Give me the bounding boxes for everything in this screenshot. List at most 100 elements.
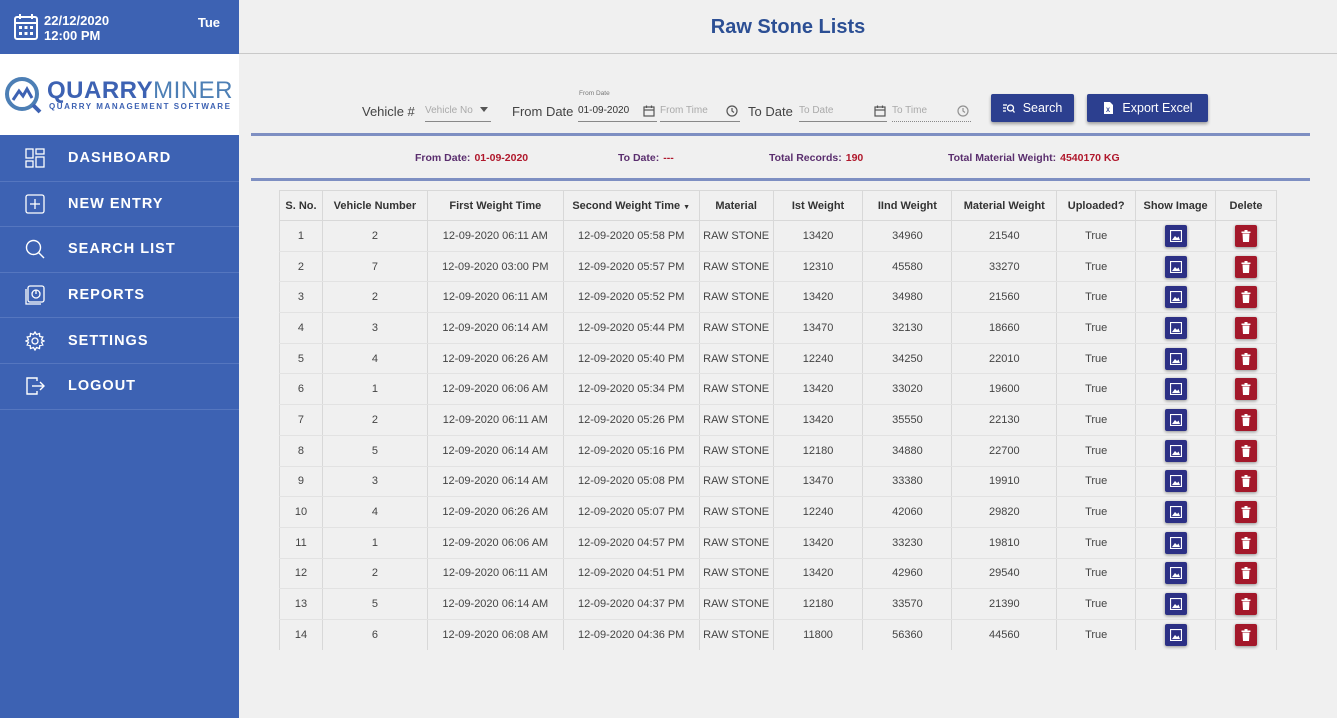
table-row[interactable]: 4 3 12-09-2020 06:14 AM 12-09-2020 05:44 PM…: [279, 312, 1277, 344]
col-header-ist-weight[interactable]: Ist Weight: [772, 190, 864, 221]
delete-button[interactable]: [1235, 378, 1258, 401]
cell-iind-weight: 34980: [862, 281, 953, 314]
cell-second-weight-time: 12-09-2020 05:34 PM: [562, 373, 700, 406]
calendar-icon[interactable]: [874, 105, 886, 117]
nav-logout[interactable]: LOGOUT: [0, 364, 239, 410]
cell-second-weight-time: 12-09-2020 04:51 PM: [562, 558, 700, 590]
clock-icon[interactable]: [726, 105, 738, 117]
delete-button[interactable]: [1235, 470, 1258, 493]
table-row[interactable]: 8 5 12-09-2020 06:14 AM 12-09-2020 05:16 PM…: [279, 435, 1277, 467]
show-image-button[interactable]: [1164, 255, 1187, 278]
show-image-button[interactable]: [1164, 408, 1187, 431]
show-image-button[interactable]: [1164, 470, 1187, 493]
nav-settings[interactable]: SETTINGS: [0, 318, 239, 364]
nav-search-list-label: SEARCH LIST: [68, 241, 176, 258]
show-image-button[interactable]: [1164, 501, 1187, 524]
col-header-iind-weight[interactable]: IInd Weight: [862, 190, 953, 221]
col-header-delete[interactable]: Delete: [1215, 190, 1277, 221]
delete-button[interactable]: [1235, 347, 1258, 370]
delete-button[interactable]: [1235, 623, 1258, 646]
cell-ist-weight: 12240: [772, 496, 864, 528]
cell-material: RAW STONE: [698, 619, 774, 650]
vehicle-select[interactable]: Vehicle No: [425, 100, 491, 122]
show-image-button[interactable]: [1164, 316, 1187, 339]
delete-button[interactable]: [1235, 316, 1258, 339]
show-image-button[interactable]: [1164, 623, 1187, 646]
table-row[interactable]: 12 2 12-09-2020 06:11 AM 12-09-2020 04:51 P…: [279, 558, 1277, 590]
cell-material-weight: 29540: [951, 558, 1058, 590]
search-list-icon: [1002, 104, 1015, 113]
cell-ist-weight: 13420: [772, 558, 864, 590]
delete-button[interactable]: [1235, 501, 1258, 524]
col-header-sno[interactable]: S. No.: [279, 190, 323, 221]
table-row[interactable]: 13 5 12-09-2020 06:14 AM 12-09-2020 04:37 P…: [279, 588, 1277, 620]
delete-button[interactable]: [1235, 593, 1258, 616]
cell-vehicle-number: 1: [321, 373, 428, 406]
search-button-label: Search: [1022, 101, 1063, 115]
col-header-second-weight-time[interactable]: Second Weight Time ▼: [562, 190, 700, 221]
show-image-button[interactable]: [1164, 347, 1187, 370]
cell-uploaded: True: [1056, 588, 1137, 620]
cell-material: RAW STONE: [698, 312, 774, 344]
col-header-uploaded[interactable]: Uploaded?: [1056, 190, 1137, 221]
clock-icon[interactable]: [957, 105, 969, 117]
cell-iind-weight: 34960: [862, 220, 953, 252]
cell-iind-weight: 56360: [862, 619, 953, 650]
cell-sno: 6: [279, 373, 323, 406]
sidebar-nav: DASHBOARD NEW ENTRY SEARCH LIST REPORTS …: [0, 136, 239, 410]
col-header-vehicle-number[interactable]: Vehicle Number: [321, 190, 428, 221]
cell-sno: 5: [279, 343, 323, 375]
cell-ist-weight: 13420: [772, 220, 864, 252]
delete-button[interactable]: [1235, 562, 1258, 585]
cell-sno: 12: [279, 558, 323, 590]
delete-button[interactable]: [1235, 531, 1258, 554]
image-icon: [1169, 321, 1182, 334]
cell-ist-weight: 12310: [772, 251, 864, 283]
table-row[interactable]: 14 6 12-09-2020 06:08 AM 12-09-2020 04:36 P…: [279, 619, 1277, 650]
show-image-button[interactable]: [1164, 224, 1187, 247]
cell-show-image: [1135, 404, 1217, 436]
table-row[interactable]: 3 2 12-09-2020 06:11 AM 12-09-2020 05:52 PM…: [279, 281, 1277, 314]
image-icon: [1169, 413, 1182, 426]
cell-show-image: [1135, 588, 1217, 620]
table-row[interactable]: 10 4 12-09-2020 06:26 AM 12-09-2020 05:07 P…: [279, 496, 1277, 528]
col-header-show-image[interactable]: Show Image: [1135, 190, 1217, 221]
records-table-container[interactable]: S. No. Vehicle Number First Weight Time …: [279, 190, 1277, 650]
trash-icon: [1241, 567, 1251, 580]
table-row[interactable]: 5 4 12-09-2020 06:26 AM 12-09-2020 05:40 PM…: [279, 343, 1277, 375]
col-header-material[interactable]: Material: [698, 190, 774, 221]
nav-search-list[interactable]: SEARCH LIST: [0, 227, 239, 273]
col-header-first-weight-time[interactable]: First Weight Time: [426, 190, 564, 221]
show-image-button[interactable]: [1164, 439, 1187, 462]
show-image-button[interactable]: [1164, 562, 1187, 585]
table-row[interactable]: 11 1 12-09-2020 06:06 AM 12-09-2020 04:57 P…: [279, 527, 1277, 559]
nav-dashboard[interactable]: DASHBOARD: [0, 136, 239, 182]
calendar-icon[interactable]: [643, 105, 655, 117]
col-header-material-weight[interactable]: Material Weight: [951, 190, 1058, 221]
search-button[interactable]: Search: [991, 94, 1074, 122]
summary-records-value: 190: [845, 152, 864, 164]
show-image-button[interactable]: [1164, 286, 1187, 309]
delete-button[interactable]: [1235, 286, 1258, 309]
cell-material-weight: 19600: [951, 373, 1058, 406]
main-content: Raw Stone Lists Vehicle # Vehicle No Fro…: [239, 0, 1337, 718]
delete-button[interactable]: [1235, 408, 1258, 431]
delete-button[interactable]: [1235, 224, 1258, 247]
delete-button[interactable]: [1235, 439, 1258, 462]
delete-button[interactable]: [1235, 255, 1258, 278]
nav-reports[interactable]: REPORTS: [0, 273, 239, 319]
show-image-button[interactable]: [1164, 378, 1187, 401]
table-row[interactable]: 1 2 12-09-2020 06:11 AM 12-09-2020 05:58 PM…: [279, 220, 1277, 252]
table-row[interactable]: 6 1 12-09-2020 06:06 AM 12-09-2020 05:34 PM…: [279, 373, 1277, 406]
cell-show-image: [1135, 251, 1217, 283]
export-excel-button[interactable]: X Export Excel: [1087, 94, 1208, 122]
cell-vehicle-number: 1: [321, 527, 428, 559]
show-image-button[interactable]: [1164, 531, 1187, 554]
summary-to-label: To Date:: [618, 152, 660, 164]
table-row[interactable]: 7 2 12-09-2020 06:11 AM 12-09-2020 05:26 PM…: [279, 404, 1277, 436]
show-image-button[interactable]: [1164, 593, 1187, 616]
nav-new-entry[interactable]: NEW ENTRY: [0, 182, 239, 228]
cell-delete: [1215, 251, 1277, 283]
table-row[interactable]: 9 3 12-09-2020 06:14 AM 12-09-2020 05:08 PM…: [279, 466, 1277, 498]
table-row[interactable]: 2 7 12-09-2020 03:00 PM 12-09-2020 05:57 PM…: [279, 251, 1277, 283]
